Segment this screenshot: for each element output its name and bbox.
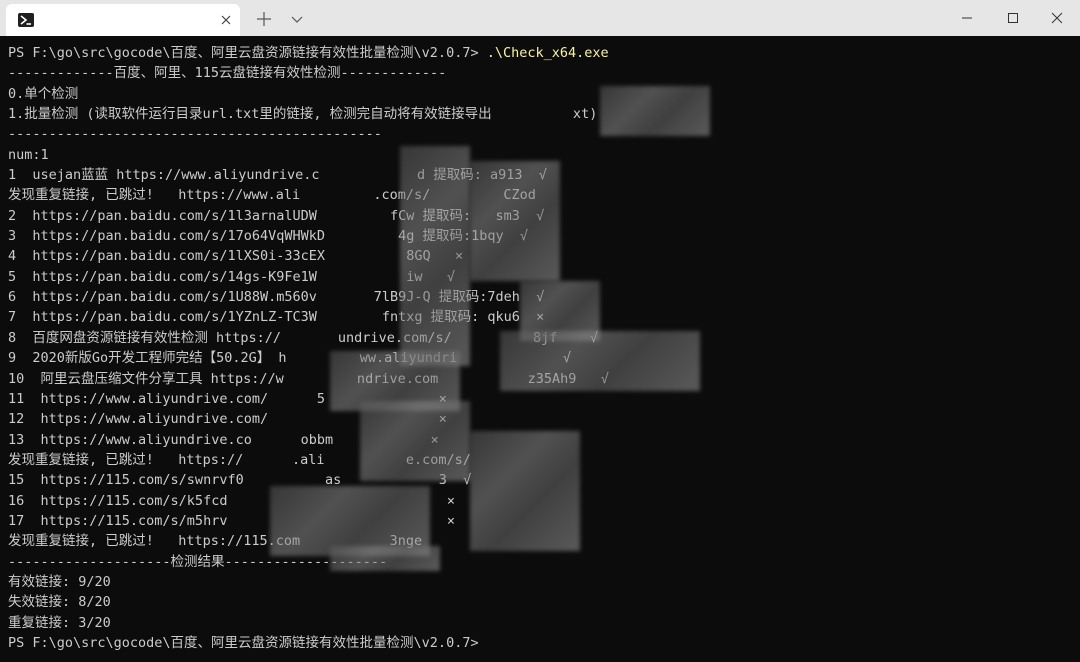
close-icon[interactable]	[217, 11, 235, 29]
command-text: .\Check_x64.exe	[478, 45, 609, 61]
chevron-down-icon[interactable]	[289, 12, 305, 26]
title-bar	[0, 0, 1080, 36]
close-window-icon[interactable]	[1034, 0, 1080, 36]
terminal-output[interactable]: PS F:\go\src\gocode\百度、阿里云盘资源链接有效性批量检测\v…	[0, 36, 1080, 662]
minimize-icon[interactable]	[944, 0, 990, 36]
output-line: 有效链接: 9/20	[8, 573, 111, 590]
output-line: 0.单个检测	[8, 85, 79, 102]
output-line: 11 https://www.aliyundrive.com/ 5 ×	[8, 390, 447, 407]
redaction-blur	[470, 161, 560, 281]
output-line: 失效链接: 8/20	[8, 594, 111, 611]
prompt-line: PS F:\go\src\gocode\百度、阿里云盘资源链接有效性批量检测\v…	[8, 43, 1076, 63]
redaction-blur	[330, 546, 440, 571]
output-line: 1.批量检测 (读取软件运行目录url.txt里的链接, 检测完自动将有效链接导…	[8, 106, 598, 123]
powershell-icon	[18, 13, 34, 27]
prompt-path: PS F:\go\src\gocode\百度、阿里云盘资源链接有效性批量检测\v…	[8, 45, 479, 61]
redaction-blur	[500, 331, 700, 391]
output-line: ----------------------------------------…	[8, 126, 382, 143]
redaction-blur	[360, 401, 470, 481]
final-prompt-line: PS F:\go\src\gocode\百度、阿里云盘资源链接有效性批量检测\v…	[8, 634, 479, 651]
redaction-blur	[400, 146, 470, 366]
plus-icon[interactable]	[255, 10, 273, 28]
output-line: --------------------检测结果----------------…	[8, 553, 388, 570]
output-line: 12 https://www.aliyundrive.com/ ×	[8, 411, 447, 428]
redaction-blur	[470, 431, 580, 551]
tab-powershell[interactable]	[6, 4, 240, 36]
output-line: -------------百度、阿里、115云盘链接有效性检测---------…	[8, 65, 447, 82]
terminal-window: PS F:\go\src\gocode\百度、阿里云盘资源链接有效性批量检测\v…	[0, 0, 1080, 662]
redaction-blur	[600, 86, 710, 136]
maximize-icon[interactable]	[990, 0, 1036, 36]
output-line: 重复链接: 3/20	[8, 614, 111, 631]
